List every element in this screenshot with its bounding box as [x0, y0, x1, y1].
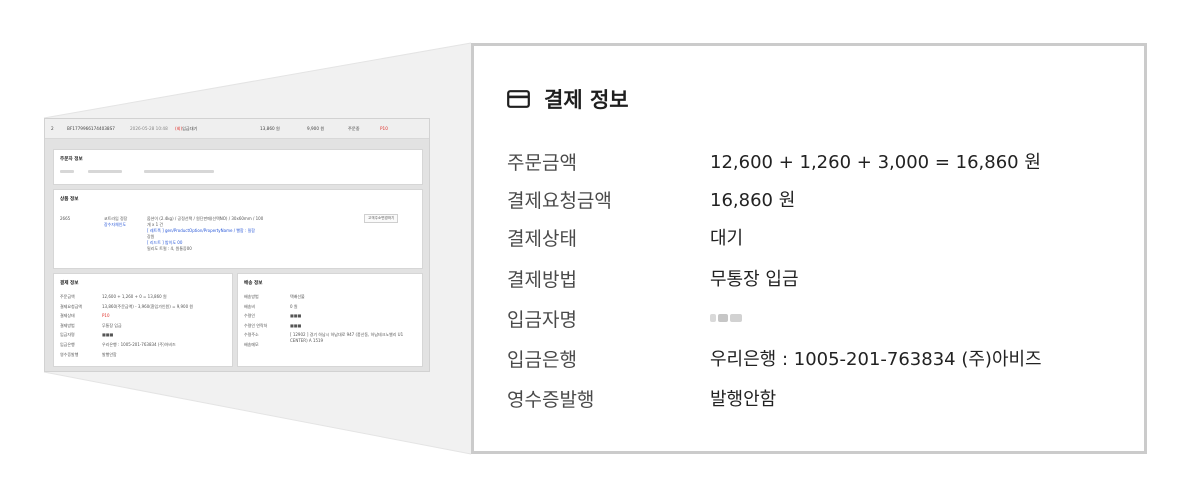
order-number[interactable]: BF17799661744038S7 — [67, 126, 115, 131]
product-code: 2665 — [60, 216, 71, 221]
mini-delivery-row-label: 수령인 연락처 — [244, 322, 268, 328]
value-deposit-bank: 우리은행 : 1005-201-763834 (주)아비즈 — [710, 349, 1042, 370]
product-name-2[interactable]: 장수자체인도 — [104, 222, 126, 228]
orderer-title: 주문자 정보 — [60, 157, 83, 162]
orderer-email-blurred — [144, 170, 214, 173]
mini-payment-row-label: 입금자명 — [60, 332, 75, 338]
product-option-1: 옵션이 (2.4kg) / 공정선택 / 원단판매(선택NO) / 30x60m… — [147, 216, 264, 221]
screenshot-stage: 2 BF17799661744038S7 2026-05-28 10:48 (회… — [0, 0, 1200, 490]
label-payment-request: 결제요청금액 — [507, 189, 612, 212]
label-payment-status: 결제상태 — [507, 227, 577, 250]
product-option-3: [ 레트폭 ] gen/ProductOption/PropertyName /… — [147, 228, 255, 233]
product-card: 상품 정보 2665 코트라임 정장 장수자체인도 옵션이 (2.4kg) / … — [53, 189, 423, 269]
mini-payment-row-value: 우리은행 : 1005-201-763834 (주)아비즈 — [102, 342, 176, 347]
change-address-button[interactable]: 고객주소변경하기 — [364, 214, 399, 223]
price-1: 13,860 원 — [260, 125, 280, 131]
row-receipt-issue: 영수증발행 발행안함 — [507, 383, 776, 413]
status-text: 입금대기 — [182, 125, 198, 131]
mini-payment-row-value: 13,860(주문금액) - 3,960(환입가인원) = 9,900 원 — [102, 303, 194, 309]
value-order-amount: 12,600 + 1,260 + 3,000 = 16,860 원 — [710, 152, 1041, 173]
payment-info-title: 결제 정보 — [544, 88, 629, 112]
mini-delivery-row-value: 택배선불 — [290, 294, 305, 299]
row-index: 2 — [51, 126, 54, 131]
label-depositor-name: 입금자명 — [507, 308, 577, 331]
mini-delivery-row-value: ■■■ — [290, 322, 302, 328]
orderer-phone-blurred — [88, 170, 122, 173]
label-receipt-issue: 영수증발행 — [507, 388, 595, 411]
mini-delivery-row-value: 0 원 — [290, 303, 298, 309]
mini-payment-row-value: P10 — [102, 313, 110, 319]
value-depositor-name-blurred — [710, 314, 742, 322]
state-code: P10 — [380, 126, 388, 131]
value-payment-method: 무통장 입금 — [710, 269, 799, 290]
order-detail-thumbnail: 2 BF17799661744038S7 2026-05-28 10:48 (회… — [44, 118, 430, 372]
mini-delivery-row-label: 수령인 — [244, 313, 256, 319]
row-order-amount: 주문금액 12,600 + 1,260 + 3,000 = 16,860 원 — [507, 146, 1041, 176]
payment-card-mini: 결제 정보 주문금액 12,600 + 1,260 + 0 = 13,860 원결… — [53, 273, 233, 367]
order-date: 2026-05-28 10:48 — [130, 126, 168, 131]
row-payment-request: 결제요청금액 16,860 원 — [507, 184, 795, 214]
mini-payment-row-value: 무통장 입금 — [102, 322, 122, 328]
value-payment-request: 16,860 원 — [710, 190, 796, 211]
label-deposit-bank: 입금은행 — [507, 348, 577, 371]
payment-info-panel: 결제 정보 주문금액 12,600 + 1,260 + 3,000 = 16,8… — [471, 43, 1147, 454]
mini-payment-row-label: 주문금액 — [60, 294, 75, 299]
mini-payment-row-value: 발행안함 — [102, 351, 117, 357]
mini-payment-row-value: 12,600 + 1,260 + 0 = 13,860 원 — [102, 294, 167, 299]
payment-info-header: 결제 정보 — [507, 84, 629, 114]
row-payment-status: 결제상태 대기 — [507, 222, 743, 252]
mini-delivery-row-label: 배송메모 — [244, 342, 259, 347]
orderer-name-blurred — [60, 170, 74, 173]
value-receipt-issue: 발행안함 — [710, 389, 777, 410]
label-order-amount: 주문금액 — [507, 151, 577, 174]
credit-card-icon — [507, 90, 530, 108]
mini-delivery-row-label: 수령주소 — [244, 332, 259, 338]
mini-delivery-row-value: [ 12902 ] 경기 하남시 하남대로 947 (풍산동, 하남테크노밸리 … — [290, 332, 404, 344]
mini-payment-row-label: 결제방법 — [60, 322, 75, 328]
label-payment-method: 결제방법 — [507, 268, 577, 291]
row-payment-method: 결제방법 무통장 입금 — [507, 263, 799, 293]
mini-delivery-row-label: 배송비 — [244, 303, 256, 309]
mini-payment-row-label: 입금은행 — [60, 342, 75, 347]
product-option-6: 밀리도 트럴 : 4, 원통증00 — [147, 246, 192, 251]
mini-payment-row-label: 영수증발행 — [60, 351, 79, 357]
mini-delivery-row-value: ■■■ — [290, 313, 302, 319]
mini-payment-row-label: 결제요청금액 — [60, 303, 83, 309]
delivery-title-mini: 배송 정보 — [244, 281, 263, 286]
mini-delivery-row-label: 배송방법 — [244, 294, 259, 299]
payment-title-mini: 결제 정보 — [60, 281, 79, 286]
price-2: 9,900 원 — [307, 125, 325, 131]
orderer-card: 주문자 정보 — [53, 149, 423, 185]
row-deposit-bank: 입금은행 우리은행 : 1005-201-763834 (주)아비즈 — [507, 343, 1042, 373]
product-title: 상품 정보 — [60, 197, 79, 202]
mini-payment-row-label: 결제상태 — [60, 313, 75, 319]
state-label: 주문중 — [348, 125, 360, 131]
delivery-card-mini: 배송 정보 배송방법 택배선불배송비 0 원수령인 ■■■ 수령인 연락처 ■■■ 수령주소… — [237, 273, 423, 367]
row-depositor-name: 입금자명 — [507, 303, 742, 333]
value-payment-status: 대기 — [710, 228, 744, 249]
order-row[interactable]: 2 BF17799661744038S7 2026-05-28 10:48 (회… — [45, 119, 429, 139]
mini-payment-row-value: ■■■ — [102, 332, 114, 338]
